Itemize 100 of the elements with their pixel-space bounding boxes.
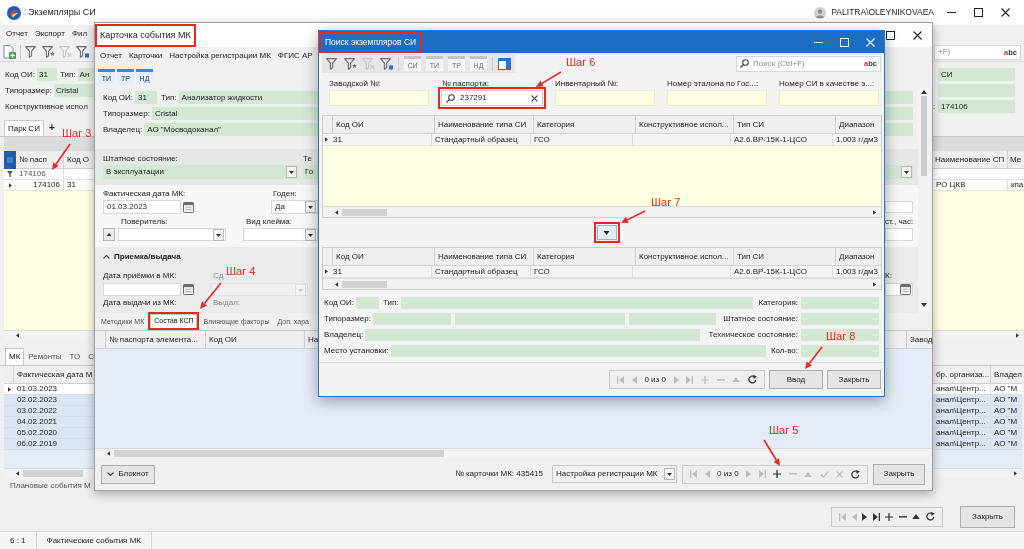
tab[interactable]: Парк СИ	[4, 120, 44, 136]
maximize-icon[interactable]	[974, 8, 983, 17]
dropdown-field[interactable]: Настройка регистрации МК	[552, 465, 677, 483]
refresh-icon[interactable]	[925, 512, 935, 521]
column-header[interactable]: Код ОИ	[333, 116, 435, 133]
date-field[interactable]	[885, 283, 913, 296]
dropdown-field[interactable]	[243, 228, 318, 241]
column-header[interactable]: Тип СИ	[734, 116, 836, 133]
funnel-star-icon[interactable]	[42, 46, 55, 58]
notebook-button[interactable]: Блокнот	[101, 464, 155, 484]
calendar-icon[interactable]	[183, 284, 194, 295]
input-field[interactable]: Анализатор жидкости	[178, 91, 318, 104]
input-field[interactable]	[390, 344, 766, 357]
caret-down-icon[interactable]	[305, 228, 316, 241]
refresh-icon[interactable]	[748, 375, 757, 384]
column-header[interactable]: бр. организа...	[933, 366, 991, 383]
maximize-icon[interactable]	[886, 30, 895, 40]
calendar-icon[interactable]	[900, 284, 911, 295]
close-icon[interactable]	[913, 30, 922, 40]
input-field[interactable]: АО "Мосводоканал"	[144, 123, 318, 136]
caret-down-icon[interactable]	[286, 166, 297, 178]
triangle-up-icon[interactable]	[912, 514, 921, 519]
column-header[interactable]: № паспорта элемента...	[106, 331, 206, 348]
column-header[interactable]: № пасп	[16, 151, 64, 168]
input-field[interactable]	[938, 84, 1015, 97]
input-field[interactable]: 31	[135, 91, 158, 104]
tab[interactable]: С	[84, 348, 99, 365]
caret-down-icon[interactable]	[901, 166, 912, 178]
input-field[interactable]	[885, 201, 913, 213]
dropdown-field[interactable]	[118, 228, 226, 241]
column-header[interactable]: Диапазон	[836, 248, 881, 265]
plus-icon[interactable]	[885, 512, 894, 521]
input-field[interactable]	[885, 91, 913, 104]
input-field[interactable]	[801, 344, 879, 357]
date-field[interactable]: 01.03.2023	[103, 200, 181, 214]
funnel-icon[interactable]	[326, 57, 339, 70]
input-field[interactable]	[629, 312, 717, 325]
document-plus-icon[interactable]	[3, 45, 16, 59]
column-header[interactable]: Наименование СП	[933, 151, 1008, 168]
input-field[interactable]	[885, 228, 913, 241]
close-icon[interactable]	[1001, 8, 1010, 17]
input-field[interactable]	[885, 107, 913, 120]
column-header[interactable]: Конструктивное испол...	[636, 248, 734, 265]
cross-icon[interactable]	[531, 94, 538, 102]
menu-item[interactable]: Экспорт	[34, 29, 65, 39]
funnel-star-icon[interactable]	[344, 57, 357, 70]
input-field[interactable]	[555, 90, 655, 106]
dropdown-field[interactable]: В эксплуатации	[103, 165, 298, 179]
input-field[interactable]: Cristal	[53, 84, 94, 97]
input-field[interactable]	[400, 296, 754, 309]
input-field[interactable]	[356, 296, 380, 309]
add-tab-button[interactable]: +	[48, 122, 55, 134]
dropdown-field[interactable]: Го	[303, 165, 318, 179]
calendar-icon[interactable]	[183, 201, 194, 213]
input-field[interactable]: 174106	[938, 100, 1015, 113]
column-header[interactable]: Диапазон	[836, 116, 881, 133]
input-field[interactable]: 31	[37, 68, 58, 81]
caret-down-icon[interactable]	[213, 228, 224, 241]
caret-down-icon[interactable]	[664, 468, 675, 480]
menu-item[interactable]: Отчет	[6, 29, 28, 39]
date-field[interactable]	[103, 283, 181, 296]
input-field[interactable]	[329, 90, 429, 106]
input-field[interactable]: СИ	[938, 68, 1015, 81]
caret-down-icon[interactable]	[305, 201, 316, 213]
column-header[interactable]: Категория	[534, 248, 636, 265]
panel-layout-icon[interactable]	[498, 57, 511, 70]
column-header[interactable]: Наименование типа СИ	[435, 248, 534, 265]
refresh-icon[interactable]	[850, 469, 860, 479]
input-field[interactable]: Ан	[77, 68, 94, 81]
enter-button[interactable]: Ввод	[769, 370, 823, 389]
table-row[interactable]: 31 Стандартный образец ГСО А2.6.ВР-15К-1-ЦСО 1,003 г/дм3	[323, 134, 881, 146]
column-header[interactable]: Тип СИ	[734, 248, 836, 265]
input-field[interactable]	[801, 312, 879, 325]
input-field[interactable]	[801, 296, 879, 309]
skip-forward-icon[interactable]	[872, 512, 880, 521]
close-button[interactable]: Закрыть	[960, 505, 1015, 528]
column-header[interactable]: Категория	[534, 116, 636, 133]
plus-icon[interactable]	[773, 470, 782, 478]
input-field[interactable]: Cristal	[151, 107, 318, 120]
table-row[interactable]: 31 Стандартный образец ГСО А2.6.ВР-15К-1-ЦСО 1,003 г/дм3	[323, 266, 881, 278]
tab[interactable]: Плановые события М	[6, 478, 95, 494]
input-field[interactable]	[885, 123, 913, 136]
dropdown-field[interactable]	[211, 283, 308, 296]
triangle-up-icon[interactable]	[103, 228, 115, 241]
menu-item[interactable]: Отчет	[100, 51, 122, 61]
tab[interactable]: Ремонты	[24, 348, 66, 365]
input-field[interactable]	[667, 90, 767, 106]
filter-row[interactable]	[933, 169, 1024, 180]
column-header[interactable]	[95, 331, 106, 348]
menu-item[interactable]: Настройка регистрации МК	[169, 51, 271, 61]
column-header[interactable]: Наименование типа СИ	[435, 116, 534, 133]
dropdown-field[interactable]	[885, 165, 913, 179]
funnel-icon[interactable]	[25, 46, 38, 58]
minimize-icon[interactable]	[814, 41, 823, 43]
input-field[interactable]: 237291	[441, 90, 543, 106]
triangle-right-icon[interactable]	[862, 512, 868, 521]
menu-item[interactable]: Фил	[71, 29, 88, 39]
menu-item[interactable]: ФГИС АР	[277, 51, 313, 61]
input-field[interactable]	[801, 328, 879, 341]
column-header[interactable]: Код ОИ	[333, 248, 435, 265]
